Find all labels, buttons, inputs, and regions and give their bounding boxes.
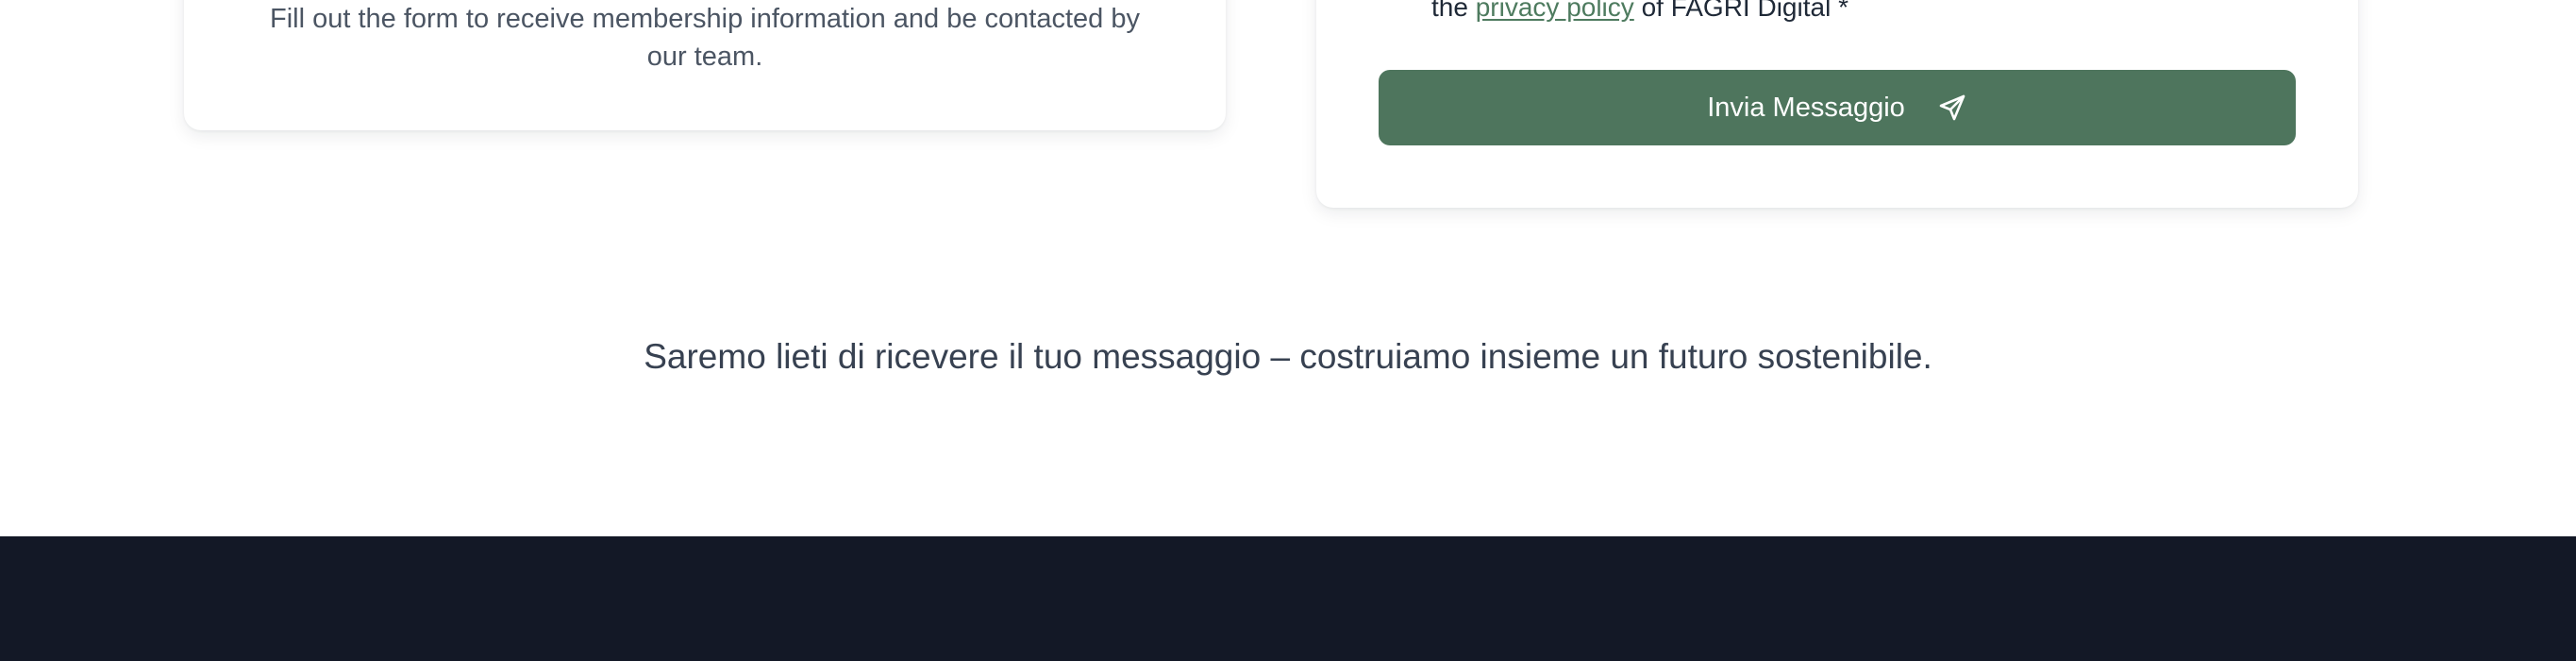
send-message-label: Invia Messaggio (1707, 93, 1905, 123)
privacy-policy-link[interactable]: privacy policy (1476, 0, 1634, 22)
membership-info-card: Fill out the form to receive membership … (184, 0, 1226, 130)
privacy-consent-suffix: of FAGRI Digital * (1641, 0, 1848, 22)
send-icon (1937, 93, 1967, 123)
footer (0, 536, 2576, 661)
membership-info-text: Fill out the form to receive membership … (269, 4, 1140, 72)
contact-form-card: the privacy policy of FAGRI Digital * In… (1316, 0, 2358, 208)
privacy-consent-prefix: the (1431, 0, 1468, 22)
send-message-button[interactable]: Invia Messaggio (1379, 70, 2296, 145)
privacy-consent-text: the privacy policy of FAGRI Digital * (1431, 0, 1848, 23)
closing-message: Saremo lieti di ricevere il tuo messaggi… (644, 337, 1932, 376)
